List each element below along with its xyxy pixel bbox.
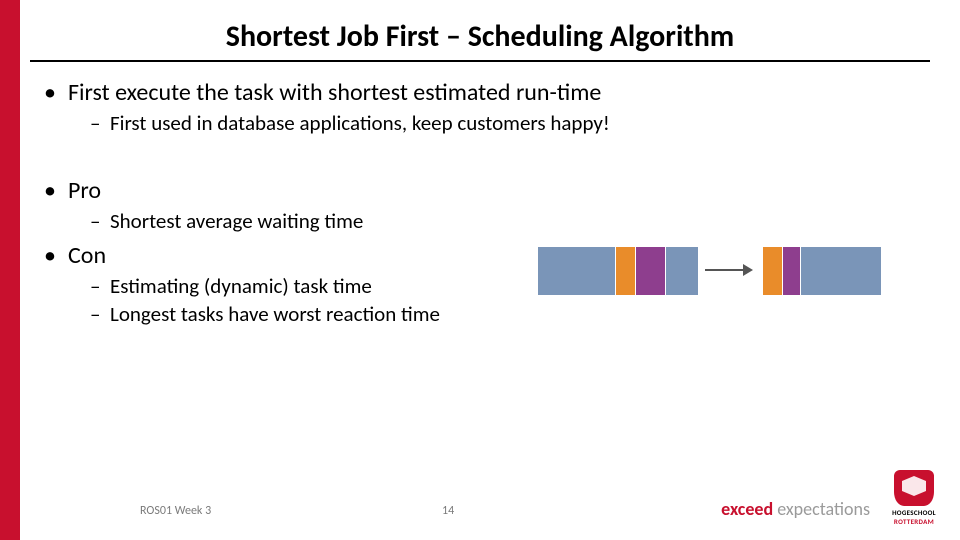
bullet-1-text: First execute the task with shortest est… [68,78,601,107]
brand-word1: exceed [721,498,773,520]
logo-line2: ROTTERDAM [882,517,946,526]
logo-line1: HOGESCHOOL [882,508,946,517]
bullet-3-text: Con [68,241,106,270]
right-block-2 [800,246,882,296]
bullet-3-2-text: Longest tasks have worst reaction time [110,301,440,327]
title-rule [30,60,930,62]
bullet-3-1-text: Estimating (dynamic) task time [110,273,372,299]
bullet-2-1-text: Shortest average waiting time [110,208,363,234]
brand-tagline: exceed expectations [721,498,870,520]
left-block-1 [615,246,637,296]
bullet-1: First execute the task with shortest est… [44,78,920,136]
footer-left: ROS01 Week 3 [140,504,211,518]
school-logo: HOGESCHOOL ROTTERDAM [882,470,946,526]
brand-word2: expectations [777,498,870,520]
bullet-3-2: Longest tasks have worst reaction time [90,301,920,327]
arrow-icon [703,260,753,280]
bullet-1-1: First used in database applications, kee… [90,110,920,136]
slide-title: Shortest Job First – Scheduling Algorith… [40,18,920,55]
schedule-diagram [537,246,882,296]
right-block-1 [782,246,802,296]
page-number: 14 [442,504,454,518]
left-block-0 [537,246,617,296]
bullet-2-1: Shortest average waiting time [90,208,920,234]
accent-bar [0,0,20,540]
bullet-2: Pro Shortest average waiting time [44,176,920,234]
left-block-2 [635,246,667,296]
left-block-3 [665,246,699,296]
bullet-2-text: Pro [68,176,101,205]
bullet-1-1-text: First used in database applications, kee… [110,110,610,136]
right-block-0 [762,246,784,296]
shield-icon [894,470,934,506]
